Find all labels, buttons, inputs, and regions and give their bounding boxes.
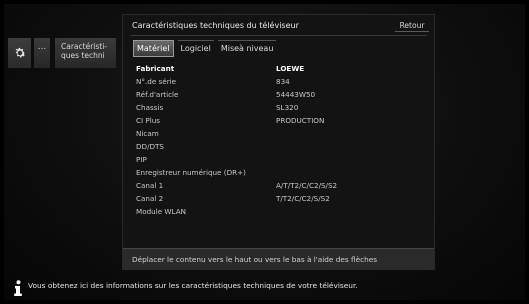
navigation-hint: Déplacer le contenu vers le haut ou vers… [123, 248, 434, 269]
list-item: Chassis SL320 [136, 101, 426, 114]
spec-value: T/T2/C/C2/S/S2 [276, 194, 330, 203]
dialog-title: Caractéristiques techniques du téléviseu… [132, 21, 299, 30]
back-button[interactable]: Retour [395, 21, 429, 32]
tab-update[interactable]: Miseà niveau [217, 40, 277, 56]
list-item: DD/DTS [136, 140, 426, 153]
list-item: Enregistreur numérique (DR+) [136, 166, 426, 179]
settings-menu-button[interactable] [8, 38, 31, 68]
spec-label: CI Plus [136, 116, 161, 125]
spec-label: Nicam [136, 129, 159, 138]
spec-value: SL320 [276, 103, 299, 112]
tab-bar: Matériel Logiciel Miseà niveau [133, 40, 280, 57]
gear-icon [15, 47, 25, 58]
spec-label: Module WLAN [136, 207, 186, 216]
title-divider [131, 35, 427, 36]
tv-screen: ... Caractéristi­ques techni Caractérist… [4, 4, 525, 300]
tab-hardware[interactable]: Matériel [133, 40, 174, 57]
spec-label: Réf.d'article [136, 90, 179, 99]
spec-value: LOEWE [276, 64, 305, 73]
info-message: Vous obtenez ici des informations sur le… [28, 281, 358, 290]
list-item: PIP [136, 153, 426, 166]
spec-value: PRODUCTION [276, 116, 325, 125]
spec-label: PIP [136, 155, 147, 164]
list-item: Nicam [136, 127, 426, 140]
spec-value: 834 [276, 77, 290, 86]
spec-label: Canal 1 [136, 181, 164, 190]
spec-label: Chassis [136, 103, 164, 112]
list-item: CI Plus PRODUCTION [136, 114, 426, 127]
list-item: Réf.d'article 54443W50 [136, 88, 426, 101]
list-item: Canal 1 A/T/T2/C/C2/S/S2 [136, 179, 426, 192]
tab-software[interactable]: Logiciel [177, 40, 214, 56]
info-icon [14, 280, 22, 296]
specifications-list: Fabricant LOEWE N°.de série 834 Réf.d'ar… [136, 62, 426, 218]
spec-label: Fabricant [136, 64, 175, 73]
sidebar-item-specifications[interactable]: Caractéristi­ques techni [55, 38, 116, 68]
spec-label: N°.de série [136, 77, 177, 86]
spec-label: Enregistreur numérique (DR+) [136, 168, 246, 177]
specifications-dialog: Caractéristiques techniques du téléviseu… [122, 14, 435, 270]
spec-value: A/T/T2/C/C2/S/S2 [276, 181, 338, 190]
spec-label: Canal 2 [136, 194, 164, 203]
list-item: Fabricant LOEWE [136, 62, 426, 75]
list-item: Module WLAN [136, 205, 426, 218]
spec-value: 54443W50 [276, 90, 316, 99]
list-item: N°.de série 834 [136, 75, 426, 88]
list-item: Canal 2 T/T2/C/C2/S/S2 [136, 192, 426, 205]
spec-label: DD/DTS [136, 142, 164, 151]
more-menu-button[interactable]: ... [34, 38, 50, 68]
